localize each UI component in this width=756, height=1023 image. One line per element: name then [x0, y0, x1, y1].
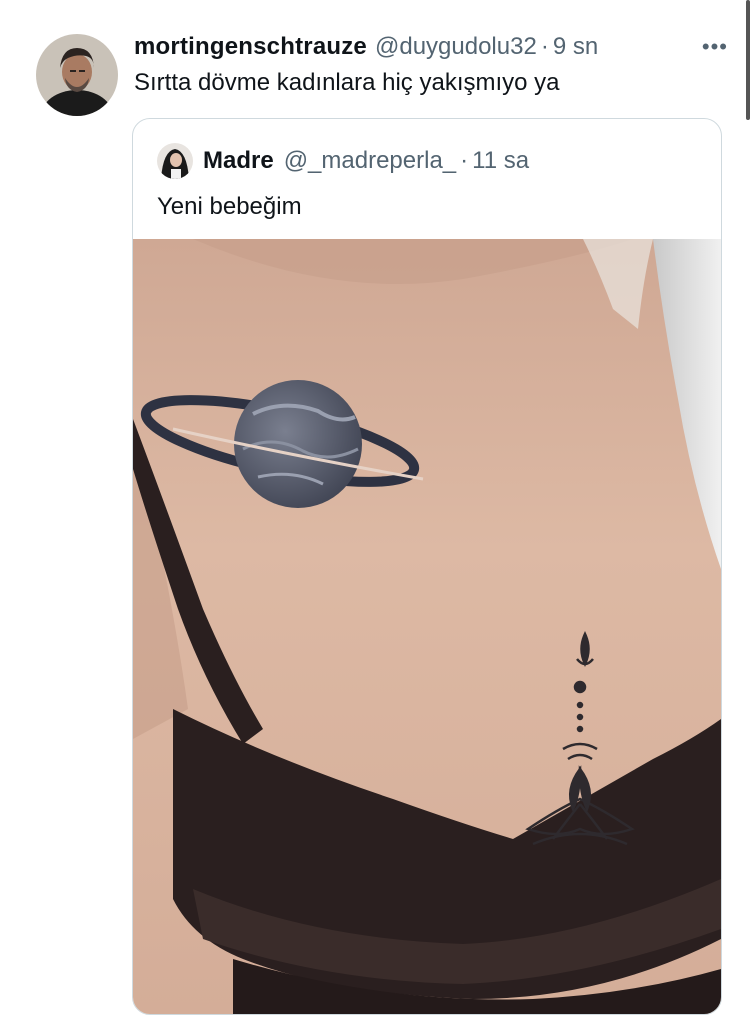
- separator-dot: ·: [540, 33, 549, 60]
- quoted-media-photo[interactable]: [133, 239, 721, 1014]
- tweet-body: mortingenschtrauze @duygudolu32 · 9 sn S…: [134, 30, 724, 100]
- user-handle[interactable]: @duygudolu32: [375, 30, 537, 64]
- display-name[interactable]: mortingenschtrauze: [134, 30, 367, 64]
- tweet-text: Sırtta dövme kadınlara hiç yakışmıyo ya: [134, 69, 560, 96]
- quoted-user-handle[interactable]: @_madreperla_: [284, 145, 456, 177]
- avatar[interactable]: [36, 34, 118, 116]
- quoted-display-name[interactable]: Madre: [203, 145, 274, 177]
- page: mortingenschtrauze @duygudolu32 · 9 sn S…: [0, 0, 756, 1023]
- tattoo-photo-illustration: [133, 239, 721, 1014]
- quoted-tweet[interactable]: Madre @_madreperla_ · 11 sa Yeni bebeğim: [132, 118, 722, 1015]
- quoted-tweet-text: Yeni bebeğim: [157, 193, 302, 220]
- ellipsis-icon[interactable]: •••: [702, 34, 728, 60]
- quoted-avatar[interactable]: [157, 143, 193, 179]
- timestamp[interactable]: 9 sn: [553, 30, 598, 64]
- separator-dot: ·: [460, 147, 469, 174]
- quoted-timestamp[interactable]: 11 sa: [472, 145, 529, 177]
- scrollbar[interactable]: [746, 0, 750, 120]
- tweet-header: mortingenschtrauze @duygudolu32 · 9 sn: [134, 30, 724, 64]
- quoted-tweet-header: Madre @_madreperla_ · 11 sa: [157, 143, 529, 179]
